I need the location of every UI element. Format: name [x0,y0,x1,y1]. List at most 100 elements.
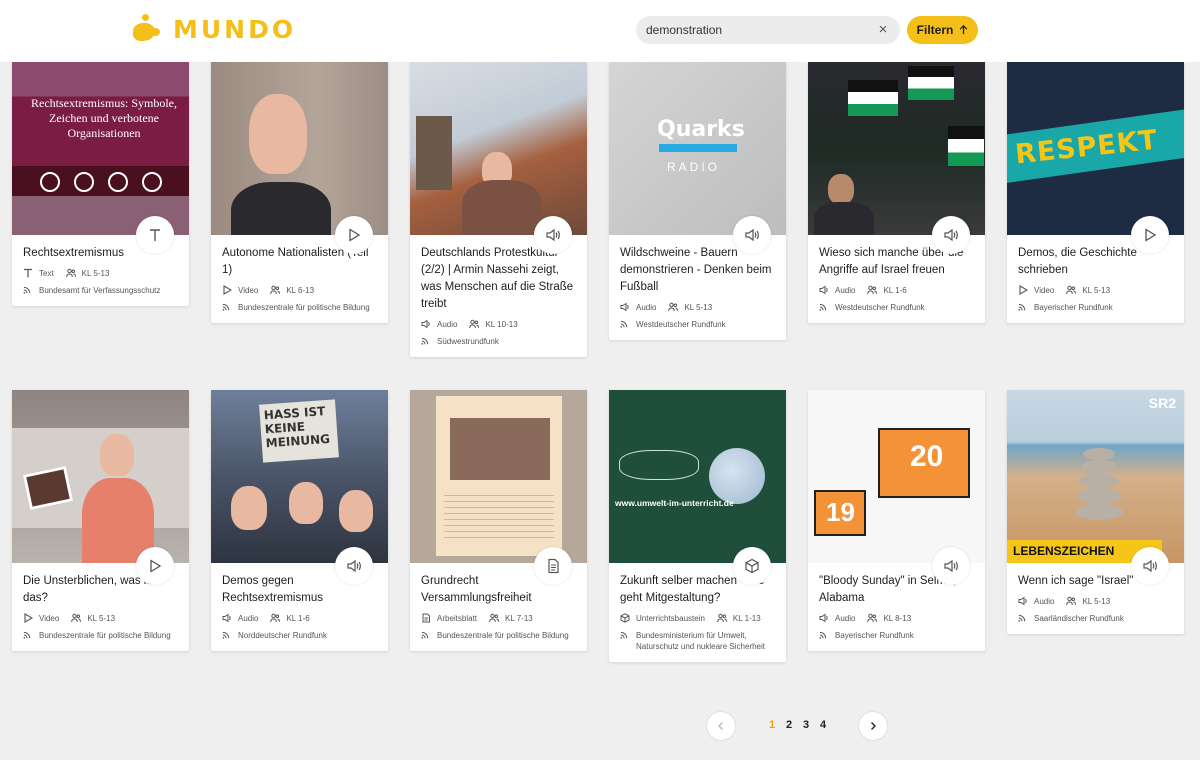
thumbnail[interactable]: SR2 LEBENSZEICHEN [1007,390,1184,563]
speaker-icon[interactable] [1131,547,1169,585]
card-source: Südwestrundfunk [421,336,576,347]
card-source: Westdeutscher Rundfunk [819,302,974,313]
thumb-url: www.umwelt-im-unterricht.de [615,498,734,508]
document-icon[interactable] [534,547,572,585]
source-name: Bundeszentrale für politische Bildung [238,303,370,312]
card-source: Bundesministerium für Umwelt, Naturschut… [620,630,775,652]
people-icon [270,285,281,295]
grade-range: KL 5-13 [81,268,110,278]
result-card[interactable]: www.umwelt-im-unterricht.de Zukunft selb… [609,390,786,662]
rss-icon [1018,303,1026,311]
people-icon [489,613,500,623]
media-type: Video [238,285,259,295]
people-icon [717,613,727,623]
result-card[interactable]: 20 19 "Bloody Sunday" in Selma, Alabama A… [808,390,985,651]
play-icon[interactable] [136,547,174,585]
card-meta: Video KL 5-13 [1018,285,1173,295]
card-meta: Arbeitsblatt KL 7-13 [421,613,576,623]
speaker-icon[interactable] [534,216,572,254]
card-meta: Text KL 5-13 [23,268,178,278]
thumbnail[interactable]: RESPEKT [1007,62,1184,235]
page-2[interactable]: 2 [786,719,792,731]
thumbnail[interactable]: HASS IST KEINE MEINUNG [211,390,388,563]
card-meta: Audio KL 5-13 [620,302,775,312]
arrow-up-icon [960,25,968,35]
page-1[interactable]: 1 [769,719,775,731]
thumb-sub: RADIO [667,160,721,174]
thumbnail[interactable]: www.umwelt-im-unterricht.de [609,390,786,563]
result-card[interactable]: SR2 LEBENSZEICHEN Wenn ich sage "Israel" … [1007,390,1184,634]
card-meta: Audio KL 10-13 [421,319,576,329]
next-page-button[interactable] [859,712,887,740]
speaker-icon[interactable] [932,216,970,254]
media-type-icon [24,268,32,278]
grade-range: KL 5-13 [1082,285,1111,295]
thumbnail[interactable] [410,390,587,563]
source-name: Westdeutscher Rundfunk [636,320,726,329]
clear-search-icon[interactable]: × [874,21,892,39]
thumbnail[interactable] [808,62,985,235]
media-type: Audio [238,613,259,623]
thumbnail[interactable] [211,62,388,235]
result-card[interactable]: Autonome Nationalisten (Teil 1) Video KL… [211,62,388,323]
station-logo: SR2 [1148,395,1176,411]
media-type: Video [39,613,60,623]
rss-icon [620,631,628,639]
result-card[interactable]: Deutschlands Protestkultur (2/2) | Armin… [410,62,587,357]
media-type-icon [421,319,430,329]
speaker-icon[interactable] [932,547,970,585]
media-type: Audio [636,302,657,312]
media-type: Audio [835,285,856,295]
header: MUNDO × Filtern [0,0,1200,62]
search-bar: × [636,16,900,44]
media-type-icon [1019,285,1028,295]
media-type-icon [24,613,33,623]
pagination: 1 2 3 4 [707,712,887,740]
rss-icon [819,303,827,311]
text-icon[interactable] [136,216,174,254]
thumbnail[interactable] [410,62,587,235]
result-card[interactable]: Wieso sich manche über die Angriffe auf … [808,62,985,323]
page-4[interactable]: 4 [820,719,826,731]
result-card[interactable]: Rechtsextremismus: Symbole, Zeichen und … [12,62,189,306]
people-icon [867,613,878,623]
source-name: Bundesministerium für Umwelt, Naturschut… [636,631,765,651]
rss-icon [620,320,628,328]
thumbnail[interactable]: Quarks RADIO [609,62,786,235]
prev-page-button[interactable] [707,712,735,740]
result-card[interactable]: Grundrecht Versammlungsfreiheit Arbeitsb… [410,390,587,651]
filter-button[interactable]: Filtern [907,16,978,44]
result-card[interactable]: Die Unsterblichen, was ist das? Video KL… [12,390,189,651]
result-card[interactable]: RESPEKT Demos, die Geschichte schrieben … [1007,62,1184,323]
play-icon[interactable] [335,216,373,254]
people-icon [71,613,82,623]
result-card[interactable]: HASS IST KEINE MEINUNG Demos gegen Recht… [211,390,388,651]
result-card[interactable]: Quarks RADIO Wildschweine - Bauern demons… [609,62,786,340]
play-icon[interactable] [1131,216,1169,254]
thumbnail[interactable] [12,390,189,563]
thumbnail[interactable]: Rechtsextremismus: Symbole, Zeichen und … [12,62,189,235]
media-type: Audio [835,613,856,623]
people-icon [469,319,480,329]
speaker-icon[interactable] [733,216,771,254]
page-3[interactable]: 3 [803,719,809,731]
card-source: Bundeszentrale für politische Bildung [421,630,576,641]
speaker-icon[interactable] [335,547,373,585]
cube-icon[interactable] [733,547,771,585]
search-input[interactable] [646,20,866,40]
chevron-left-icon [718,722,723,730]
people-icon [668,302,679,312]
source-name: Norddeutscher Rundfunk [238,631,327,640]
card-title[interactable]: Deutschlands Protestkultur (2/2) | Armin… [421,245,576,313]
rss-icon [819,631,827,639]
grade-range: KL 5-13 [684,302,713,312]
card-meta: Audio KL 1-6 [819,285,974,295]
grade-range: KL 1-6 [883,285,907,295]
media-type: Video [1034,285,1055,295]
thumbnail[interactable]: 20 19 [808,390,985,563]
source-name: Bayerischer Rundfunk [835,631,914,640]
rss-icon [222,303,230,311]
mundo-logo[interactable]: MUNDO [133,14,296,44]
logo-text: MUNDO [173,14,297,44]
chevron-right-icon [871,722,876,730]
